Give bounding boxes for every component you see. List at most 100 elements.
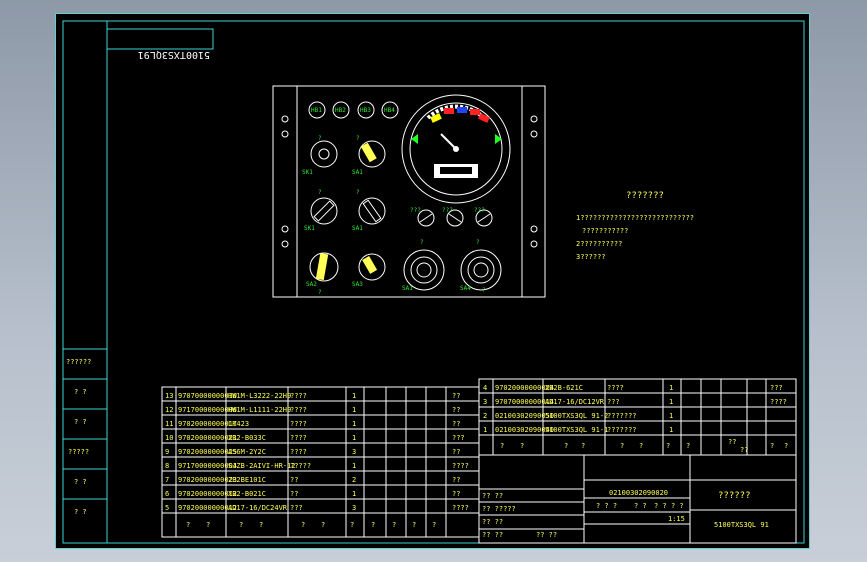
switch-label-sa3: SA3 [352, 281, 363, 288]
rotary-switch-3 [310, 197, 338, 225]
bom-right-row-spec: AD17-16/DC12VR [545, 398, 605, 406]
switch-label-sa2: SA2 [306, 281, 317, 288]
bom-right-rows: 4 97020000000024XB2B-621C???? 1 ???3 9707000… [483, 384, 787, 434]
switch-label-sk1b: SK1 [304, 225, 315, 232]
bom-left-row-note: ???? [452, 504, 469, 512]
left-col-4: ????? [68, 448, 89, 456]
bom-right-row-no: 3 [483, 398, 487, 406]
bom-right-row-note: ??? [770, 384, 783, 392]
svg-text:???: ??? [442, 207, 453, 214]
bom-left-h5: ? [321, 521, 325, 529]
bom-left-h3: ? [259, 521, 263, 529]
bom-right-row-no: 2 [483, 412, 487, 420]
bom-left-row-name: ???? [290, 406, 307, 414]
bom-right-h6: ? [666, 442, 670, 450]
bom-left-row-name: ???? [290, 448, 307, 456]
bom-right-row-no: 4 [483, 384, 487, 392]
switch-label-sa1c: SA1 [402, 285, 413, 292]
indicator-label-hb2: HB2 [335, 107, 346, 114]
title-label-1: ? ? ? [596, 502, 617, 510]
bom-left-h4: ? [301, 521, 305, 529]
bom-left-row-qty: 1 [352, 462, 356, 470]
bom-left-row-note: ??? [452, 434, 465, 442]
bom-left-row-note: ???? [452, 462, 469, 470]
indicator-label-hb4: HB4 [384, 107, 395, 114]
bom-left-row-spec: XB2-B021C [228, 490, 266, 498]
bom-right-row-name: ??????? [607, 426, 637, 434]
bom-left-h8: ? [392, 521, 396, 529]
bom-left-row-note: ?? [452, 392, 460, 400]
selector-switch-left [403, 249, 445, 291]
control-panel: HB1 HB2 HB3 HB4 SK1 SA1 SK1 SA1 SA2 SA3 … [272, 85, 546, 298]
bom-left-row-name: ???? [290, 434, 307, 442]
bom-left-row-note: ?? [452, 420, 460, 428]
bom-right-h2: ? [564, 442, 568, 450]
bom-left-row-no: 11 [165, 420, 173, 428]
switch-mark-2: ? [356, 135, 360, 142]
switch-label-sa1b: SA1 [352, 225, 363, 232]
switch-label-sk1: SK1 [302, 169, 313, 176]
bom-left-header: ? ? ? ? ? ? ? ? ? ? ? [186, 521, 436, 529]
bom-left-row-note: ?? [452, 448, 460, 456]
title-label-4: ? ? [671, 502, 684, 510]
mount-hole [281, 115, 289, 123]
mirrored-code: 5100TXS3QL91 [138, 49, 210, 60]
scale: 1:15 [668, 515, 685, 523]
drawing-number: 02100302090020 [609, 489, 668, 497]
bom-right-h0: ? [500, 442, 504, 450]
bom-left-row-qty: 1 [352, 434, 356, 442]
bom-right-h8: ?? [728, 438, 736, 446]
bom-left-row-no: 5 [165, 504, 169, 512]
bom-left-row-no: 8 [165, 462, 169, 470]
bom-left-row-no: 9 [165, 448, 169, 456]
title-block: 02100302090020 ?????? 5100TXS3QL 91 1:15… [482, 489, 769, 539]
bom-left-row-name: ?? [290, 476, 298, 484]
bom-right-row-qty: 1 [669, 398, 673, 406]
bom-right-row-spec: 5100TXS3QL 91-1 [545, 426, 608, 434]
bom-left-row-qty: 3 [352, 504, 356, 512]
bom-left-row-spec: LK423 [228, 420, 249, 428]
bom-left-h1: ? [206, 521, 210, 529]
left-col-6: ? ? [74, 508, 87, 516]
title-row-2: ?? ????? [482, 505, 516, 513]
bom-right-h10: ? [770, 442, 774, 450]
title-row-3: ?? ?? [482, 518, 503, 526]
switch-mark-7: ? [482, 287, 486, 294]
bom-left-rows: 13 97070000000010HW1M-L3222-22H9???? 1 ??12… [165, 392, 469, 512]
bom-right-h4: ? [620, 442, 624, 450]
bom-left-row-spec: AS6M-2Y2C [228, 448, 266, 456]
bom-left-h0: ? [186, 521, 190, 529]
bom-left-row-spec: HW1M-L1111-22H9 [228, 406, 291, 414]
drawing-name: ?????? [718, 491, 751, 501]
rotary-switch-2 [358, 140, 386, 168]
svg-text:???: ??? [410, 207, 421, 214]
rotary-switch-1 [310, 140, 338, 168]
bom-left-row-spec: HW1M-L3222-22H9 [228, 392, 291, 400]
switch-mark-8: ? [318, 289, 322, 296]
tachometer-gauge [401, 94, 511, 204]
notes-line-1: 1??????????????????????????? [576, 214, 694, 222]
technical-notes: ??????? 1??????????????????????????? ???… [576, 191, 694, 261]
bom-right-row-no: 1 [483, 426, 487, 434]
switch-mark-6: ? [476, 239, 480, 246]
bom-left-row-qty: 1 [352, 392, 356, 400]
switch-mark-4: ? [356, 189, 360, 196]
rotary-switch-5 [309, 252, 339, 282]
bom-left-row-qty: 1 [352, 406, 356, 414]
bom-right-row-spec: 5100TXS3QL 91-2 [545, 412, 608, 420]
bom-right-row-name: ??? [607, 398, 620, 406]
bom-right-h9: ?? [740, 446, 748, 454]
switch-mark-1: ? [318, 135, 322, 142]
selector-switch-right [460, 249, 502, 291]
bom-left-row-name: ????? [290, 462, 311, 470]
bom-left-row-no: 13 [165, 392, 173, 400]
bom-left-row-no: 12 [165, 406, 173, 414]
bom-left-row-note: ?? [452, 476, 460, 484]
inner-border [62, 20, 805, 544]
left-col-5: ? ? [74, 478, 87, 486]
left-col-3: ? ? [74, 418, 87, 426]
bom-left-row-no: 6 [165, 490, 169, 498]
svg-text:???: ??? [474, 207, 485, 214]
bom-left-h6: ? [350, 521, 354, 529]
bom-left-row-name: ???? [290, 420, 307, 428]
